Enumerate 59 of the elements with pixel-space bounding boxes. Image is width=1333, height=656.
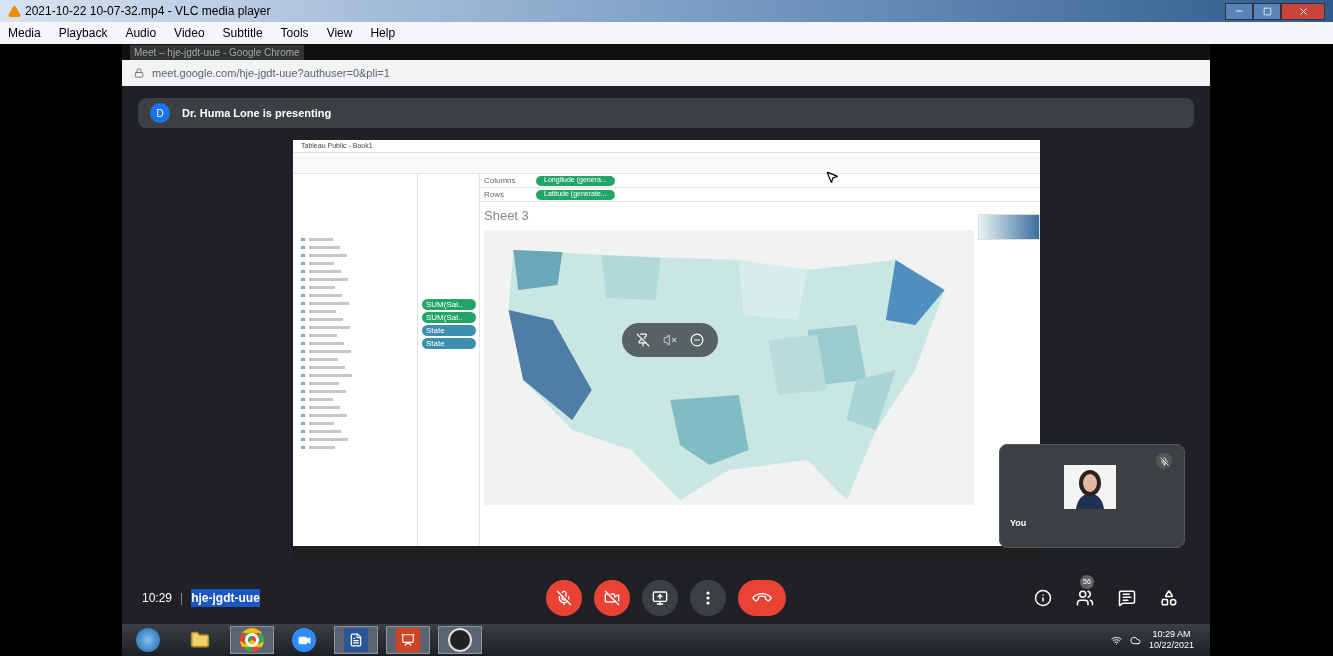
clock-date: 10/22/2021 bbox=[1148, 640, 1194, 652]
cursor-icon bbox=[825, 170, 839, 184]
menu-item[interactable]: Video bbox=[174, 24, 205, 42]
word-document-icon bbox=[344, 628, 368, 652]
meeting-time: 10:29 bbox=[142, 590, 173, 607]
mark-pill[interactable]: State bbox=[422, 325, 476, 336]
color-legend bbox=[978, 214, 1040, 240]
lock-icon bbox=[134, 68, 144, 78]
mark-pill[interactable]: State bbox=[422, 338, 476, 349]
menu-item[interactable]: View bbox=[326, 24, 353, 42]
network-icon bbox=[1110, 634, 1122, 646]
muted-speaker-icon[interactable] bbox=[663, 332, 677, 347]
maximize-icon bbox=[1262, 6, 1272, 16]
leave-call-button[interactable] bbox=[737, 580, 786, 616]
slides-icon bbox=[396, 628, 420, 652]
microphone-off-icon bbox=[555, 590, 572, 606]
sheet-title: Sheet 3 bbox=[484, 207, 530, 225]
cloud-icon bbox=[1129, 634, 1141, 646]
chat-icon[interactable] bbox=[1118, 589, 1136, 607]
menu-item[interactable]: Tools bbox=[280, 24, 309, 42]
start-orb-icon bbox=[136, 628, 160, 652]
taskbar-button[interactable] bbox=[438, 626, 482, 654]
clock-time: 10:29 AM bbox=[1152, 628, 1191, 640]
present-icon bbox=[651, 590, 668, 606]
browser-tab-title: Meet – hje-jgdt-uue - Google Chrome bbox=[130, 44, 304, 60]
window-title: 2021-10-22 10-07-32.mp4 - VLC media player bbox=[25, 3, 271, 20]
participant-name: You bbox=[1010, 517, 1027, 530]
more-icon bbox=[705, 591, 710, 605]
chrome-icon bbox=[240, 628, 264, 652]
menu-item[interactable]: Audio bbox=[125, 24, 157, 42]
url-text: meet.google.com/hje-jgdt-uue?authuser=0&pli=1 bbox=[152, 65, 390, 81]
menu-item[interactable]: Playback bbox=[58, 24, 108, 42]
cone-icon bbox=[8, 4, 21, 18]
menu-item[interactable]: Media bbox=[8, 24, 41, 42]
shelf-label: Columns bbox=[484, 174, 517, 187]
activities-icon[interactable] bbox=[1160, 589, 1178, 607]
minimize-button[interactable] bbox=[1225, 2, 1253, 20]
close-icon bbox=[1297, 5, 1309, 17]
unpin-icon[interactable] bbox=[636, 332, 651, 347]
menu-item[interactable]: Subtitle bbox=[222, 24, 263, 42]
camera-off-icon bbox=[603, 590, 620, 606]
present-button[interactable] bbox=[641, 580, 678, 616]
folder-icon bbox=[190, 630, 210, 650]
people-icon[interactable] bbox=[1076, 589, 1094, 607]
microphone-button[interactable] bbox=[545, 580, 582, 616]
remove-icon[interactable] bbox=[689, 332, 704, 347]
video-camera-icon bbox=[292, 628, 316, 652]
maximize-button[interactable] bbox=[1253, 2, 1281, 20]
presenting-text: Dr. Huma Lone is presenting bbox=[182, 105, 332, 121]
taskbar-button[interactable] bbox=[334, 626, 378, 654]
info-icon[interactable] bbox=[1034, 589, 1052, 607]
separator-text: | bbox=[180, 590, 184, 607]
more-options-button[interactable] bbox=[689, 580, 726, 616]
avatar: D bbox=[150, 103, 170, 123]
meeting-code: hje-jgdt-uue bbox=[191, 589, 260, 607]
menu-item[interactable]: Help bbox=[370, 24, 396, 42]
address-bar[interactable]: meet.google.com/hje-jgdt-uue?authuser=0&pli=1 bbox=[122, 60, 1210, 86]
camera-button[interactable] bbox=[593, 580, 630, 616]
shelf-label: Rows bbox=[484, 188, 505, 201]
